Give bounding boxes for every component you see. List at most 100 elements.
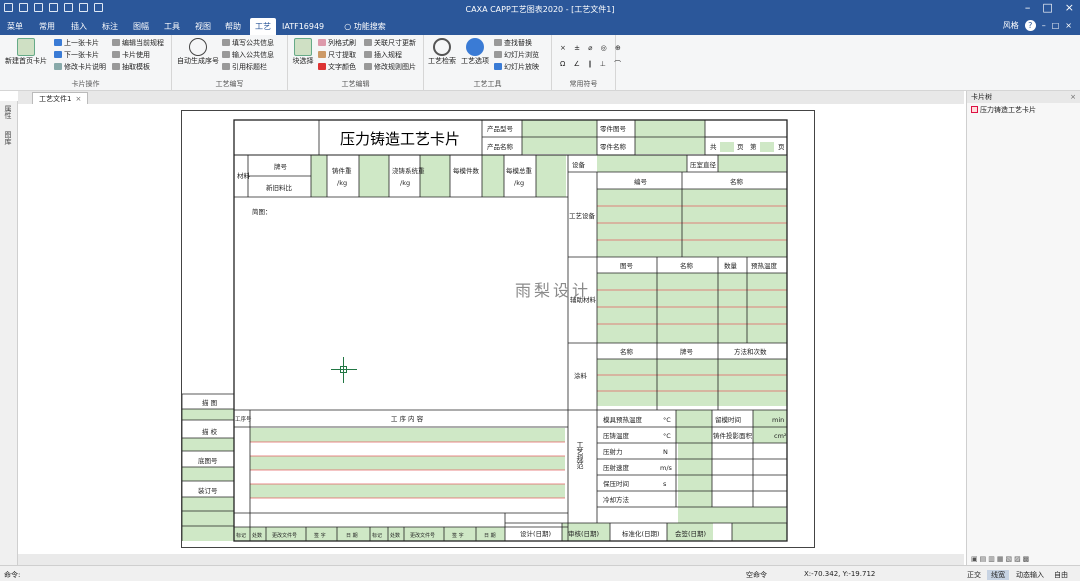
sys-weight-label: 浇铸系统重 <box>392 166 425 175</box>
auto-seq-button[interactable]: 自动生成序号 <box>174 38 222 66</box>
help-icon[interactable]: ? <box>1024 20 1036 31</box>
fill-public-button[interactable]: 填写公共信息 <box>222 38 274 48</box>
tab-help[interactable]: 帮助 <box>220 18 246 35</box>
horizontal-scrollbar[interactable] <box>18 554 964 565</box>
window-title: CAXA CAPP工艺图表2020 - [工艺文件1] <box>465 5 615 14</box>
status-bar: 命令: 空命令 X:-70.342, Y:-19.712 正交 线宽 动态输入 … <box>0 565 1080 581</box>
text-color-icon <box>318 63 326 70</box>
window-controls: – □ × <box>1025 1 1074 14</box>
prev-card-button[interactable]: 上一张卡片 <box>54 38 99 48</box>
maximize-icon[interactable]: □ <box>1042 1 1052 14</box>
line-width-toggle[interactable]: 线宽 <box>987 570 1009 580</box>
minimize-icon[interactable]: – <box>1025 1 1031 14</box>
tab-iatf[interactable]: IATF16949 <box>282 18 324 35</box>
block-fill-button[interactable]: 块选择 <box>290 38 316 66</box>
document-tab-bar: 工艺文件1 × <box>18 91 964 104</box>
ortho-toggle[interactable]: 正交 <box>967 570 981 580</box>
search-replace-button[interactable]: 查找替换 <box>494 38 532 48</box>
tab-menu[interactable]: 菜单 <box>2 18 28 35</box>
part-name-label: 零件名称 <box>600 142 627 151</box>
group-process-edit-label: 工艺编辑 <box>341 80 370 88</box>
close-icon[interactable]: × <box>1065 1 1074 14</box>
tab-common[interactable]: 常用 <box>34 18 60 35</box>
paint-label: 涂料 <box>574 371 588 380</box>
group-card-ops-label: 卡片操作 <box>71 80 100 88</box>
edit-card-icon <box>54 63 62 70</box>
mold-weight-label: 每模总重 <box>506 166 533 175</box>
ref-title-button[interactable]: 引用标题栏 <box>222 62 267 72</box>
group-process-prep: 自动生成序号 填写公共信息 输入公共信息 引用标题栏 工艺编写 <box>172 35 288 91</box>
panel-close-icon[interactable]: × <box>1070 91 1076 103</box>
next-card-button[interactable]: 下一张卡片 <box>54 50 99 60</box>
modify-card-button[interactable]: 修改卡片说明 <box>54 62 106 72</box>
group-process-edit: 块选择 列格式刷 尺寸提取 文字颜色 关联尺寸更新 插入规程 修改规则图片 工艺… <box>288 35 424 91</box>
new-card-button[interactable]: 新建首页卡片 <box>2 38 50 66</box>
tab-insert[interactable]: 插入 <box>66 18 92 35</box>
sp-unit-label: cm² <box>774 432 787 440</box>
title-block-icon <box>222 63 230 70</box>
edit-icon <box>112 39 120 46</box>
tab-annotate[interactable]: 标注 <box>97 18 123 35</box>
insert-public-button[interactable]: 输入公共信息 <box>222 50 274 60</box>
tab-tools[interactable]: 工具 <box>159 18 185 35</box>
content-label: 工 序 内 容 <box>391 414 424 423</box>
slideshow-button[interactable]: 幻灯片浏览 <box>494 50 539 60</box>
coordinates-readout: X:-70.342, Y:-19.712 <box>804 570 876 578</box>
slide-play-button[interactable]: 幻灯片放映 <box>494 62 539 72</box>
page-no-label: 第 <box>750 142 757 151</box>
sketch-label: 简图： <box>252 207 272 216</box>
seq-label: 工序号 <box>235 415 252 423</box>
style-menu[interactable]: 风格 <box>1003 20 1019 31</box>
symbols-row-1[interactable]: × ± ⌀ ◎ ⊕ <box>560 43 624 53</box>
text-color-button[interactable]: 文字颜色 <box>318 62 356 72</box>
cast-unit-label: /kg <box>337 179 347 187</box>
related-size-button[interactable]: 关联尺寸更新 <box>364 38 416 48</box>
modify-image-button[interactable]: 修改规则图片 <box>364 62 416 72</box>
dock-tab-library[interactable]: 图库 <box>3 131 13 145</box>
symbols-row-2[interactable]: Ω ∠ ∥ ⊥ ⌒ <box>560 59 624 69</box>
vertical-labels: 工艺规范 <box>576 441 584 470</box>
col-format-button[interactable]: 列格式刷 <box>318 38 356 48</box>
drawing-canvas[interactable]: 压力铸造工艺卡片 产品型号 产品名称 零件图号 零件名称 共 页 第 页 材料 … <box>18 104 964 554</box>
total-label: 共 <box>710 142 717 151</box>
document-tab[interactable]: 工艺文件1 × <box>32 92 89 104</box>
play-icon <box>494 63 502 70</box>
mold-unit-label: /kg <box>514 179 524 187</box>
sign-cosign: 会签(日期) <box>675 529 706 538</box>
restore-icon[interactable]: □ <box>1052 21 1060 30</box>
close-doc-icon[interactable]: × <box>1065 21 1072 30</box>
dynamic-input-toggle[interactable]: 动态输入 <box>1016 570 1044 580</box>
card-file-icon <box>971 106 978 113</box>
dock-tab-properties[interactable]: 属性 <box>3 105 13 119</box>
footer-6: 处数 <box>390 532 400 539</box>
card-tree-tools[interactable]: ▣▤▥▦▧▨▩ <box>971 555 1031 563</box>
footer-0: 标记 <box>236 532 246 539</box>
dim-extract-button[interactable]: 尺寸提取 <box>318 50 356 60</box>
process-check-button[interactable]: 工艺检索 <box>427 38 457 66</box>
capture-label: 抽取模板 <box>122 63 150 71</box>
minimize-ribbon-icon[interactable]: – <box>1042 21 1046 30</box>
specific-pressure-label: 铸件投影面积 <box>713 431 753 440</box>
close-tab-icon[interactable]: × <box>75 95 81 103</box>
card-tree-item[interactable]: 压力铸造工艺卡片 <box>971 105 1076 115</box>
new-card-icon <box>17 38 35 56</box>
free-mode-toggle[interactable]: 自由 <box>1054 570 1068 580</box>
process-options-button[interactable]: 工艺选项 <box>459 38 491 66</box>
tab-sheet[interactable]: 图幅 <box>128 18 154 35</box>
slides-icon <box>494 51 502 58</box>
command-prompt[interactable]: 命令: <box>4 570 20 580</box>
card-use-button[interactable]: 卡片使用 <box>112 50 150 60</box>
find-icon <box>494 39 502 46</box>
group-process-tools: 工艺检索 工艺选项 查找替换 幻灯片浏览 幻灯片放映 工艺工具 <box>424 35 552 91</box>
fill-public-label: 填写公共信息 <box>232 39 274 47</box>
insert-rule-label: 插入规程 <box>374 51 402 59</box>
insert-rule-icon <box>364 51 372 58</box>
tab-process[interactable]: 工艺 <box>250 18 276 35</box>
ribbon: 新建首页卡片 上一张卡片 下一张卡片 修改卡片说明 编辑当前规程 卡片使用 抽取… <box>0 35 1080 91</box>
capture-template-button[interactable]: 抽取模板 <box>112 62 150 72</box>
insert-rule-button[interactable]: 插入规程 <box>364 50 402 60</box>
edit-path-button[interactable]: 编辑当前规程 <box>112 38 164 48</box>
tab-view[interactable]: 视图 <box>190 18 216 35</box>
side-check-label: 描 校 <box>202 427 218 436</box>
function-search[interactable]: ○ 功能搜索 <box>340 18 390 35</box>
